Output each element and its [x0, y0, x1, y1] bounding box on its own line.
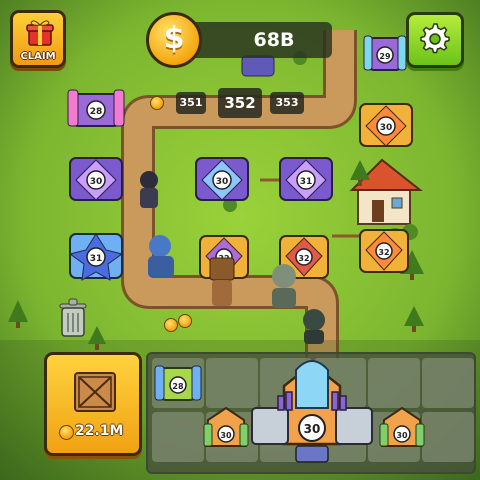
inventory-tower-level-2: 30 — [304, 422, 321, 436]
inventory-tower-large[interactable]: 30 — [248, 356, 376, 472]
board-tower[interactable]: 30 — [192, 154, 252, 204]
coin-balance: 68B — [184, 22, 332, 58]
board-tower-level-8: 32 — [378, 248, 389, 257]
enemy-zombie — [209, 257, 235, 306]
tree — [88, 326, 106, 350]
board-tower-level-9: 29 — [379, 52, 391, 61]
enemy-zombie — [148, 235, 174, 278]
gift-icon — [26, 20, 54, 46]
damage-number: 353 — [270, 92, 304, 114]
inventory-tower[interactable]: 30 — [376, 406, 428, 454]
coin-total: 68B — [253, 29, 295, 51]
game-board[interactable]: 28 30 30 31 30 31 32 32 29 351 352 353 C… — [0, 0, 480, 480]
tree — [350, 160, 370, 186]
board-tower[interactable]: 31 — [66, 230, 126, 282]
coin-drop-icon[interactable] — [178, 314, 192, 328]
coin-symbol: $ — [163, 21, 185, 56]
trash-icon[interactable] — [56, 296, 90, 340]
tree — [404, 306, 424, 332]
board-tower-level-3: 31 — [300, 177, 313, 187]
board-tower-level-5: 31 — [90, 254, 103, 264]
enemy-zombie — [272, 264, 296, 308]
inventory-tower[interactable]: 28 — [152, 362, 204, 406]
tower-inventory: 28 30 30 30 — [146, 352, 476, 474]
coin-icon: $ — [146, 12, 202, 68]
board-tower-level-1: 30 — [90, 177, 103, 187]
board-tower-level-4: 30 — [380, 123, 393, 133]
claim-label: CLAIM — [20, 51, 56, 62]
board-tower[interactable]: 31 — [276, 154, 336, 204]
inventory-tower-level-3: 30 — [396, 431, 408, 440]
coin-icon — [59, 425, 74, 440]
inventory-slot[interactable] — [422, 412, 474, 462]
coin-drop-icon[interactable] — [164, 318, 178, 332]
inventory-slot[interactable] — [152, 412, 204, 462]
board-tower-level-0: 28 — [90, 107, 103, 117]
damage-number: 351 — [176, 92, 206, 114]
board-tower[interactable]: 29 — [362, 34, 408, 74]
coin-drop-icon[interactable] — [150, 96, 164, 110]
settings-button[interactable] — [406, 12, 464, 68]
board-tower[interactable]: 28 — [66, 86, 126, 132]
claim-gift-button[interactable]: CLAIM — [10, 10, 66, 68]
tree — [8, 300, 28, 328]
board-tower[interactable]: 30 — [66, 154, 126, 204]
board-tower[interactable]: 30 — [356, 100, 416, 150]
inventory-tower[interactable]: 30 — [200, 406, 252, 454]
damage-number: 352 — [218, 88, 262, 118]
board-tower-level-2: 30 — [216, 177, 229, 187]
crate-icon — [74, 372, 116, 412]
gear-icon — [420, 23, 450, 54]
inventory-slot[interactable] — [422, 358, 474, 408]
board-tower[interactable]: 32 — [356, 226, 412, 276]
tower-price: 22.1M — [75, 423, 124, 439]
buy-tower-button[interactable]: 22.1M — [44, 352, 142, 456]
enemy-zombie — [303, 309, 325, 344]
inventory-tower-level-1: 30 — [220, 431, 232, 440]
enemy-zombie — [140, 171, 158, 208]
inventory-tower-level-0: 28 — [172, 382, 184, 391]
